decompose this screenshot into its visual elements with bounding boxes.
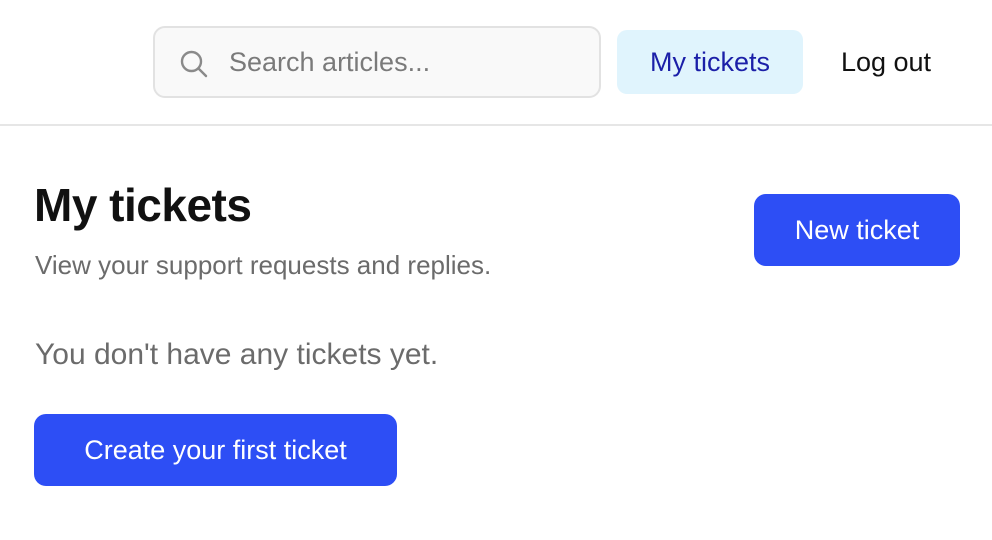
empty-state-message: You don't have any tickets yet. (35, 338, 439, 371)
logout-link[interactable]: Log out (818, 30, 954, 94)
logout-label: Log out (840, 46, 932, 77)
nav-my-tickets-link[interactable]: My tickets (617, 30, 803, 94)
page-title: My tickets (34, 179, 252, 231)
create-first-ticket-button[interactable]: Create your first ticket (34, 414, 397, 486)
create-first-ticket-label: Create your first ticket (84, 434, 347, 465)
search-box[interactable] (153, 26, 601, 98)
search-input[interactable] (229, 28, 569, 96)
nav-my-tickets-label: My tickets (649, 46, 770, 77)
page-subtitle: View your support requests and replies. (35, 250, 492, 280)
new-ticket-label: New ticket (794, 214, 920, 245)
new-ticket-button[interactable]: New ticket (754, 194, 960, 266)
top-bar: My tickets Log out (0, 0, 992, 126)
search-icon (179, 49, 209, 79)
page: My tickets Log out My tickets View your … (0, 0, 992, 540)
